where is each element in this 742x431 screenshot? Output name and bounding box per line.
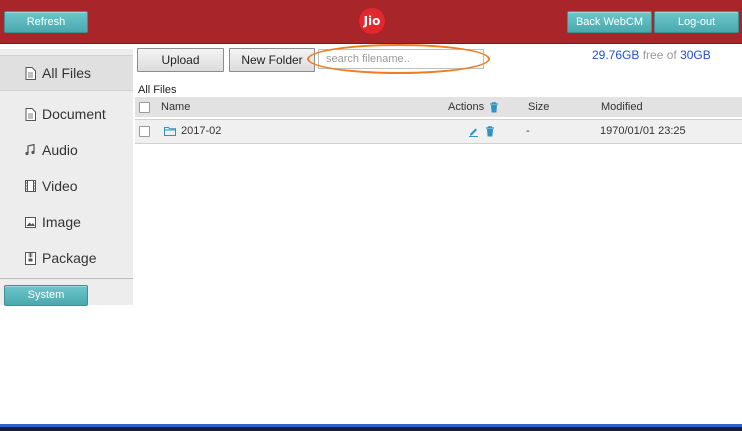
column-header-name[interactable]: Name (161, 97, 190, 117)
upload-button[interactable]: Upload (137, 48, 224, 72)
sidebar-item-label: Package (42, 250, 97, 266)
folder-icon (164, 120, 176, 143)
sidebar-item-label: Audio (42, 142, 78, 158)
row-checkbox[interactable] (139, 126, 150, 137)
sidebar-item-package[interactable]: Package (0, 240, 133, 276)
table-header: Name Actions Size Modified (135, 97, 742, 117)
edit-icon[interactable] (468, 120, 479, 143)
trash-icon[interactable] (485, 120, 495, 143)
sidebar-item-video[interactable]: Video (0, 168, 133, 204)
package-icon (24, 251, 36, 265)
row-modified: 1970/01/01 23:25 (600, 125, 686, 137)
storage-free-text: free of (639, 48, 681, 62)
sidebar-item-document[interactable]: Document (0, 96, 133, 132)
storage-free-value: 29.76GB (592, 48, 640, 62)
system-button[interactable]: System (4, 285, 88, 306)
document-icon (24, 66, 36, 80)
refresh-button[interactable]: Refresh (4, 11, 88, 33)
column-header-actions: Actions (448, 97, 499, 117)
trash-icon[interactable] (489, 101, 499, 113)
sidebar-item-label: Image (42, 214, 81, 230)
select-all-checkbox[interactable] (139, 102, 150, 113)
sidebar-item-all-files[interactable]: All Files (0, 55, 133, 91)
column-header-modified[interactable]: Modified (601, 97, 643, 117)
breadcrumb: All Files (138, 84, 177, 96)
column-header-size[interactable]: Size (528, 97, 549, 117)
footer-bar-dark (0, 427, 742, 431)
film-icon (24, 180, 36, 192)
jio-logo: Jio (359, 8, 385, 34)
sidebar: All Files Document Audio Video Image Pac… (0, 49, 133, 306)
row-name[interactable]: 2017-02 (181, 120, 221, 143)
storage-info: 29.76GB free of 30GB (592, 48, 711, 62)
back-webcm-button[interactable]: Back WebCM (567, 11, 652, 33)
sidebar-item-image[interactable]: Image (0, 204, 133, 240)
column-header-actions-label: Actions (448, 101, 485, 113)
music-note-icon (24, 144, 36, 156)
row-size: - (526, 125, 530, 137)
sidebar-item-audio[interactable]: Audio (0, 132, 133, 168)
document-icon (24, 107, 36, 121)
top-header: Refresh Jio Back WebCM Log-out (0, 0, 742, 44)
table-row[interactable]: 2017-02 - 1970/01/01 23:25 (135, 119, 742, 144)
sidebar-item-label: Document (42, 106, 106, 122)
search-input[interactable] (318, 49, 484, 69)
sidebar-divider (0, 278, 133, 279)
sidebar-item-label: All Files (42, 65, 92, 81)
new-folder-button[interactable]: New Folder (229, 48, 315, 72)
logout-button[interactable]: Log-out (654, 11, 739, 33)
storage-total-value: 30GB (680, 48, 711, 62)
image-icon (24, 216, 36, 228)
sidebar-item-label: Video (42, 178, 78, 194)
